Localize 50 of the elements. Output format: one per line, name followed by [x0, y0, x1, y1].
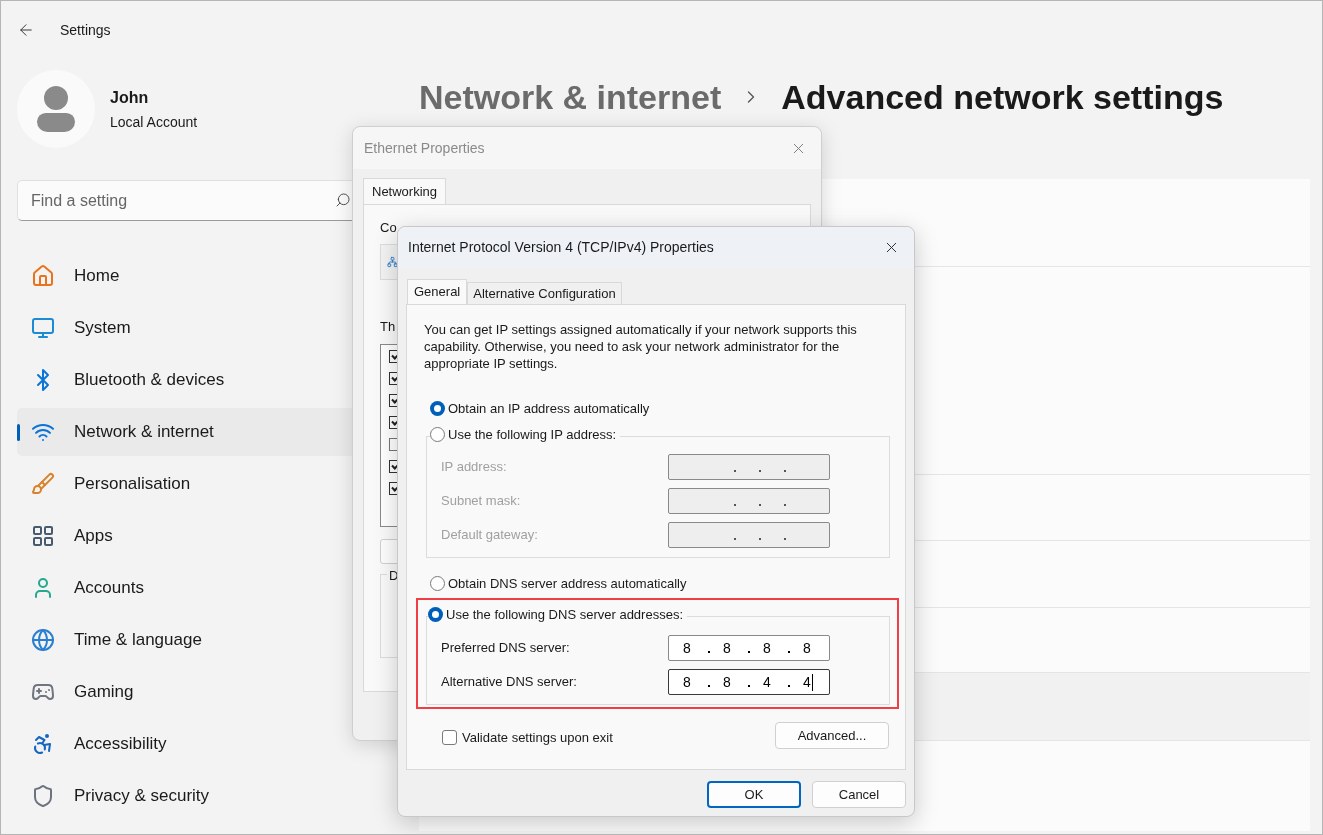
- dialog-button[interactable]: OK: [707, 781, 801, 808]
- sidebar-item[interactable]: Bluetooth & devices: [17, 356, 397, 404]
- profile-name: John: [110, 87, 150, 108]
- sidebar-item[interactable]: Privacy & security: [17, 772, 397, 820]
- radio-button[interactable]: [430, 401, 445, 417]
- brush-icon: [31, 472, 55, 496]
- section-label: Co: [380, 219, 397, 237]
- dialog-title: Internet Protocol Version 4 (TCP/IPv4) Properties: [408, 237, 714, 257]
- sidebar-item[interactable]: Personalisation: [17, 460, 397, 508]
- house-icon: [31, 264, 55, 288]
- tab[interactable]: Alternative Configuration: [467, 282, 622, 304]
- sidebar-item[interactable]: Home: [17, 252, 397, 300]
- radio-label: Obtain an IP address automatically: [448, 400, 650, 418]
- sidebar-item[interactable]: Gaming: [17, 668, 397, 716]
- field-label: Default gateway:: [441, 526, 539, 545]
- tab[interactable]: General: [407, 279, 468, 304]
- checkbox-label: Validate settings upon exit: [462, 729, 613, 747]
- window-title: Settings: [60, 20, 111, 40]
- sidebar-item[interactable]: Accessibility: [17, 720, 397, 768]
- breadcrumb-item[interactable]: Network & internet: [419, 71, 722, 123]
- description-text: You can get IP settings assigned automatically if your network supports this capability. Otherwise, you need to ask your network administrator for the appropriate IP settings.: [424, 321, 858, 372]
- radio-button[interactable]: [428, 606, 443, 622]
- radio-button[interactable]: [430, 426, 445, 442]
- account-type: Local Account: [110, 112, 198, 132]
- globe-icon: [31, 628, 55, 652]
- section-label: Th: [380, 317, 396, 336]
- tab[interactable]: Networking: [363, 178, 447, 204]
- dialog-button[interactable]: Cancel: [812, 781, 906, 808]
- radio-label: Use the following DNS server addresses:: [446, 605, 683, 624]
- radio-label: Obtain DNS server address automatically: [448, 575, 687, 593]
- radio-label: Use the following IP address:: [448, 425, 617, 444]
- dialog-title: Ethernet Properties: [364, 138, 485, 158]
- radio-button[interactable]: [430, 576, 445, 592]
- ip-address-field[interactable]: 8 8 4 4: [668, 669, 830, 695]
- checkbox[interactable]: [442, 730, 457, 746]
- breadcrumb-item: Advanced network settings: [781, 76, 1224, 118]
- sidebar-item[interactable]: Apps: [17, 512, 397, 560]
- ip-address-field[interactable]: 8 8 8 8: [668, 635, 830, 661]
- field-label: Subnet mask:: [441, 492, 522, 511]
- monitor-icon: [31, 316, 55, 340]
- field-label: Alternative DNS server:: [441, 673, 578, 692]
- search-icon[interactable]: [335, 192, 351, 208]
- field-label: IP address:: [441, 458, 508, 477]
- sidebar-item[interactable]: Time & language: [17, 616, 397, 664]
- field-label: Preferred DNS server:: [441, 639, 571, 658]
- network-icon: [387, 254, 398, 269]
- back-icon[interactable]: [17, 21, 35, 39]
- advanced-button[interactable]: Advanced...: [775, 722, 889, 749]
- shield-icon: [31, 784, 55, 808]
- apps-icon: [31, 524, 55, 548]
